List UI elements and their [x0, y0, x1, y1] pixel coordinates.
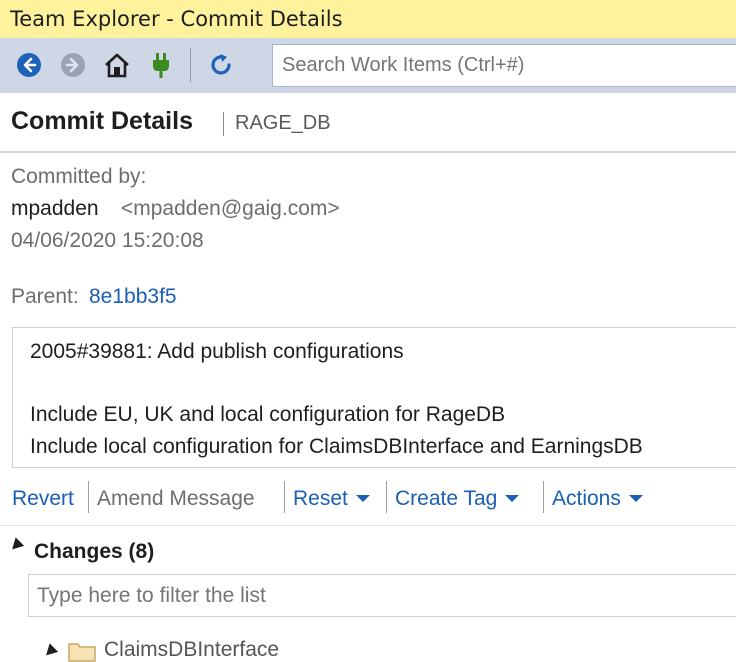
connect-icon[interactable]	[146, 50, 176, 80]
actions-label: Actions	[552, 487, 621, 510]
refresh-icon[interactable]	[206, 50, 236, 80]
toolbar-separator	[190, 48, 191, 82]
reset-dropdown[interactable]: Reset	[293, 487, 370, 511]
commit-message-box[interactable]: 2005#39881: Add publish configurations I…	[12, 327, 736, 468]
page-header: Commit Details RAGE_DB	[0, 93, 736, 153]
window-title: Team Explorer - Commit Details	[0, 0, 736, 38]
chevron-down-icon	[505, 494, 520, 502]
actions-dropdown[interactable]: Actions	[552, 487, 643, 511]
toolbar	[0, 38, 736, 93]
committed-by-label: Committed by:	[11, 165, 147, 188]
parent-hash-link[interactable]: 8e1bb3f5	[89, 285, 177, 309]
create-tag-dropdown[interactable]: Create Tag	[395, 487, 520, 511]
reset-label: Reset	[293, 487, 348, 510]
action-separator	[543, 481, 544, 513]
search-work-items-input[interactable]	[272, 44, 736, 87]
folder-icon	[68, 643, 96, 662]
action-separator	[386, 481, 387, 513]
title-separator	[223, 112, 224, 136]
action-separator	[88, 481, 89, 513]
page-title: Commit Details	[11, 107, 193, 135]
action-separator	[284, 481, 285, 513]
repo-name: RAGE_DB	[235, 112, 331, 134]
amend-message-link[interactable]: Amend Message	[97, 487, 255, 511]
parent-label: Parent:	[11, 285, 79, 308]
author-email: <mpadden@gaig.com>	[121, 197, 340, 220]
chevron-down-icon	[628, 494, 643, 502]
home-icon[interactable]	[102, 50, 132, 80]
chevron-down-icon	[355, 494, 370, 502]
filter-changes-input[interactable]	[28, 574, 736, 617]
commit-message-line: Include local configuration for ClaimsDB…	[30, 435, 643, 458]
forward-icon[interactable]	[58, 50, 88, 80]
expand-triangle-icon	[7, 537, 25, 554]
commit-date: 04/06/2020 15:20:08	[11, 229, 204, 252]
tree-item-label: ClaimsDBInterface	[104, 638, 280, 661]
commit-message-line: Include EU, UK and local configuration f…	[30, 403, 506, 426]
section-divider	[0, 525, 736, 526]
expand-triangle-icon	[41, 643, 59, 660]
revert-link[interactable]: Revert	[12, 487, 74, 511]
back-icon[interactable]	[14, 50, 44, 80]
changes-title: Changes (8)	[34, 540, 155, 563]
author-name: mpadden	[11, 197, 99, 220]
commit-message-line: 2005#39881: Add publish configurations	[30, 340, 404, 363]
create-tag-label: Create Tag	[395, 487, 498, 510]
